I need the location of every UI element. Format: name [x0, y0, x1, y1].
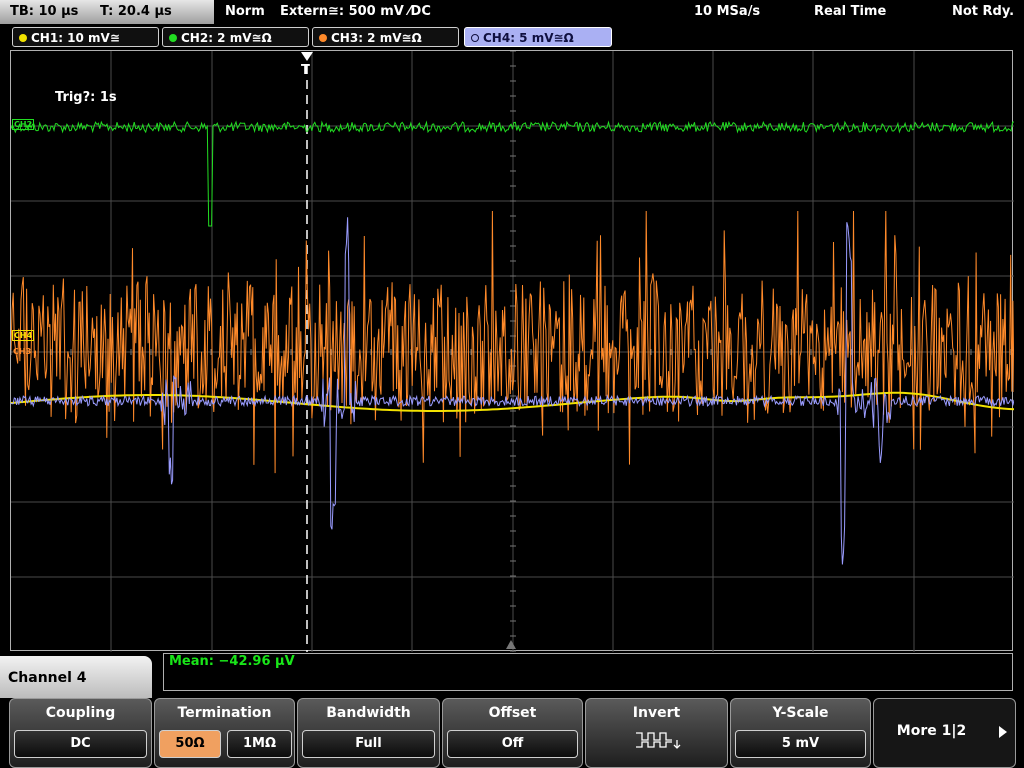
coupling-title: Coupling	[45, 705, 116, 721]
coupling-softkey[interactable]: Coupling DC	[9, 698, 152, 768]
trigger-arrow-icon[interactable]	[301, 52, 313, 61]
menu-title: Channel 4	[8, 670, 87, 686]
termination-title: Termination	[177, 705, 272, 721]
bandwidth-softkey[interactable]: Bandwidth Full	[297, 698, 440, 768]
invert-square-wave-icon	[636, 732, 681, 749]
trigger-marker-label: T	[301, 63, 310, 78]
ch4-label: CH4: 5 mV≅Ω	[483, 31, 574, 45]
termination-softkey[interactable]: Termination 50Ω 1MΩ	[154, 698, 295, 768]
offset-title: Offset	[488, 705, 537, 721]
termination-50ohm[interactable]: 50Ω	[159, 730, 221, 758]
bandwidth-title: Bandwidth	[326, 705, 411, 721]
termination-1mohm[interactable]: 1MΩ	[227, 730, 292, 758]
ch3-color-dot	[319, 33, 327, 42]
ch4-color-dot	[471, 33, 479, 42]
more-label: More 1|2	[896, 723, 967, 739]
sample-rate: 10 MSa/s	[694, 4, 761, 19]
channel-tab-ch1[interactable]: CH1: 10 mV≅	[12, 27, 159, 47]
channel-tab-ch4[interactable]: CH4: 5 mV≅Ω	[464, 27, 612, 47]
waveform-svg	[11, 51, 1014, 652]
top-status-bar: TB: 10 µs T: 20.4 µs Norm Extern≅: 500 m…	[0, 0, 1024, 24]
channel-tab-ch3[interactable]: CH3: 2 mV≅Ω	[312, 27, 459, 47]
invert-softkey[interactable]: Invert	[585, 698, 728, 768]
more-softkey[interactable]: More 1|2	[873, 698, 1016, 768]
ch2-label: CH2: 2 mV≅Ω	[181, 31, 272, 45]
invert-title: Invert	[632, 705, 681, 721]
trigger-mode[interactable]: Norm	[225, 0, 265, 24]
menu-title-tab: Channel 4	[0, 656, 152, 698]
coupling-value[interactable]: DC	[14, 730, 147, 758]
channel-tab-ch2[interactable]: CH2: 2 mV≅Ω	[162, 27, 309, 47]
ch1-label: CH1: 10 mV≅	[31, 31, 120, 45]
ch4-offset-marker[interactable]: CH4	[12, 330, 35, 341]
yscale-value[interactable]: 5 mV	[735, 730, 866, 758]
trigger-source[interactable]: Extern≅: 500 mV ⁄DC	[280, 0, 431, 24]
yscale-title: Y-Scale	[772, 705, 829, 721]
acquisition-mode: Real Time	[814, 4, 887, 19]
ch1-color-dot	[19, 33, 27, 42]
center-marker-icon	[506, 640, 516, 649]
yscale-softkey[interactable]: Y-Scale 5 mV	[730, 698, 871, 768]
trigger-info: Trig?: 1s	[55, 90, 117, 105]
trigger-time-label: T: 20.4 µs	[100, 4, 172, 19]
waveform-display[interactable]	[10, 50, 1014, 652]
ch2-offset-marker[interactable]: CH2	[12, 119, 35, 130]
acquisition-status: Not Rdy.	[952, 4, 1015, 19]
bandwidth-value[interactable]: Full	[302, 730, 435, 758]
offset-value[interactable]: Off	[447, 730, 578, 758]
offset-softkey[interactable]: Offset Off	[442, 698, 583, 768]
ch3-offset-marker[interactable]: CH3	[12, 347, 32, 356]
timebase-panel[interactable]: TB: 10 µs T: 20.4 µs	[0, 0, 214, 24]
arrow-right-icon	[999, 726, 1007, 738]
ch3-label: CH3: 2 mV≅Ω	[331, 31, 422, 45]
ch2-color-dot	[169, 33, 177, 42]
mean-measurement[interactable]: Mean: −42.96 µV	[169, 654, 295, 669]
timebase-label: TB: 10 µs	[10, 4, 79, 19]
